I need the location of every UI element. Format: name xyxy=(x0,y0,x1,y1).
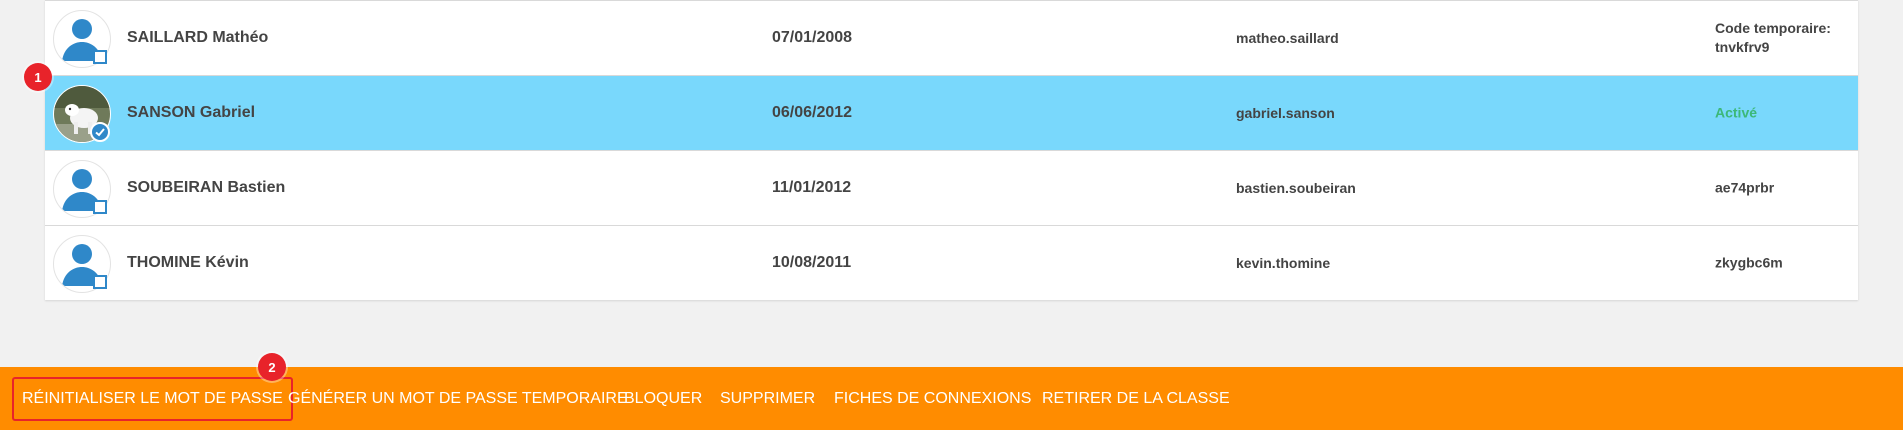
annotation-badge-2: 2 xyxy=(258,353,286,381)
avatar[interactable] xyxy=(53,235,111,293)
student-name: SOUBEIRAN Bastien xyxy=(127,179,286,196)
student-login: kevin.thomine xyxy=(1236,255,1331,271)
student-birthdate: 06/06/2012 xyxy=(772,104,853,121)
student-password: zkygbc6m xyxy=(1715,254,1783,271)
delete-button[interactable]: SUPPRIMER xyxy=(720,390,815,408)
avatar[interactable] xyxy=(53,85,111,143)
student-login: bastien.soubeiran xyxy=(1236,180,1356,196)
annotation-badge-1: 1 xyxy=(24,63,52,91)
student-name: SANSON Gabriel xyxy=(127,104,256,121)
student-name: THOMINE Kévin xyxy=(127,254,249,271)
avatar[interactable] xyxy=(53,160,111,218)
block-button[interactable]: BLOQUER xyxy=(624,390,702,408)
student-birthdate: 10/08/2011 xyxy=(772,254,852,271)
connection-sheets-button[interactable]: FICHES DE CONNEXIONS xyxy=(834,390,1031,408)
selected-check-icon[interactable] xyxy=(90,122,110,142)
student-row-selected[interactable]: SANSON Gabriel 06/06/2012 gabriel.sanson… xyxy=(45,75,1858,150)
avatar[interactable] xyxy=(53,10,111,68)
student-row[interactable]: SOUBEIRAN Bastien 11/01/2012 bastien.sou… xyxy=(45,150,1858,225)
action-toolbar: RÉINITIALISER LE MOT DE PASSE GÉNÉRER UN… xyxy=(0,367,1903,430)
student-birthdate: 11/01/2012 xyxy=(772,179,852,196)
remove-from-class-button[interactable]: RETIRER DE LA CLASSE xyxy=(1042,390,1230,408)
select-checkbox[interactable] xyxy=(93,275,107,289)
password-label: Code temporaire: xyxy=(1715,20,1831,36)
password-value: tnvkfrv9 xyxy=(1715,39,1770,55)
student-row[interactable]: SAILLARD Mathéo 07/01/2008 matheo.sailla… xyxy=(45,0,1858,75)
reset-password-button[interactable]: RÉINITIALISER LE MOT DE PASSE xyxy=(12,376,293,421)
select-checkbox[interactable] xyxy=(93,200,107,214)
account-status: Activé xyxy=(1715,104,1758,121)
student-login: gabriel.sanson xyxy=(1236,105,1335,121)
student-row[interactable]: THOMINE Kévin 10/08/2011 kevin.thomine z… xyxy=(45,225,1858,300)
select-checkbox[interactable] xyxy=(93,50,107,64)
student-list: SAILLARD Mathéo 07/01/2008 matheo.sailla… xyxy=(45,0,1858,300)
student-password: Code temporaire: tnvkfrv9 xyxy=(1715,19,1831,57)
student-password: ae74prbr xyxy=(1715,179,1775,196)
student-birthdate: 07/01/2008 xyxy=(772,29,853,46)
generate-temp-password-button[interactable]: GÉNÉRER UN MOT DE PASSE TEMPORAIRE xyxy=(288,390,628,408)
student-login: matheo.saillard xyxy=(1236,30,1339,46)
student-name: SAILLARD Mathéo xyxy=(127,29,269,46)
